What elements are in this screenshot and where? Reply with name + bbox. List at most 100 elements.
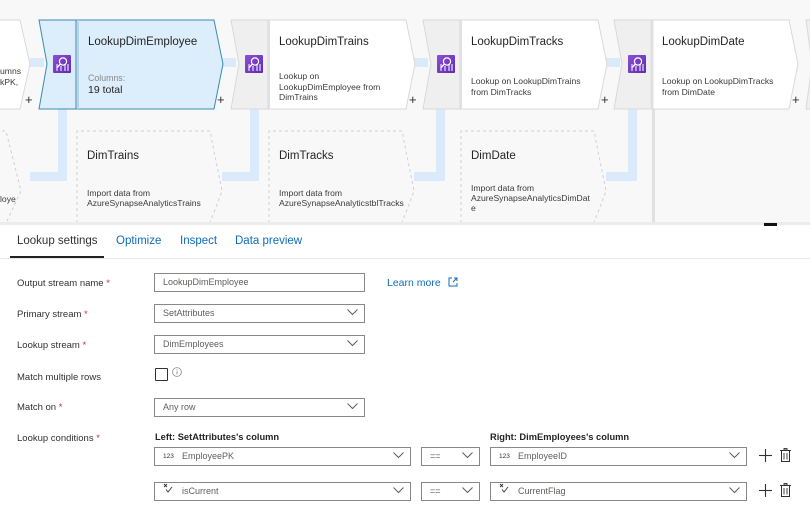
- node-title: DimDate: [471, 150, 516, 162]
- node-lookup-dim-tracks[interactable]: LookupDimTracks Lookup on LookupDimTrain…: [422, 19, 613, 110]
- source-node-partial-left[interactable]: loye: [0, 130, 35, 222]
- connector: [628, 109, 637, 180]
- match-multiple-rows-label: Match multiple rows: [17, 372, 101, 383]
- required-marker: *: [58, 402, 63, 413]
- connector: [222, 172, 259, 181]
- node-title: LookupDimEmployee: [88, 36, 198, 48]
- label-text: Primary stream: [17, 309, 82, 320]
- learn-more-link[interactable]: Learn more: [387, 277, 458, 289]
- integer-type-icon: 123: [499, 453, 510, 460]
- connector: [436, 109, 445, 180]
- right-column-dropdown[interactable]: 123 EmployeeID: [490, 447, 747, 466]
- chevron-down-icon: [729, 452, 740, 459]
- chevron-down-icon: [393, 452, 404, 459]
- lookup-icon: [245, 55, 263, 73]
- operator-dropdown[interactable]: ==: [421, 447, 480, 466]
- label-text: Lookup conditions: [17, 433, 94, 444]
- primary-stream-dropdown[interactable]: SetAttributes: [154, 304, 365, 323]
- node-description: Import data from AzureSynapseAnalyticstb…: [279, 188, 404, 208]
- input-value: LookupDimEmployee: [163, 277, 249, 287]
- operator-dropdown[interactable]: ==: [421, 482, 480, 501]
- label-text: Output stream name: [17, 278, 104, 289]
- lookup-stream-label: Lookup stream *: [17, 340, 86, 351]
- lookup-icon: [437, 55, 455, 73]
- left-column-dropdown[interactable]: isCurrent: [154, 482, 411, 501]
- active-tab-indicator: [10, 256, 104, 258]
- required-marker: *: [96, 433, 100, 444]
- right-column-dropdown[interactable]: CurrentFlag: [490, 482, 747, 501]
- lookup-icon: [53, 55, 71, 73]
- match-on-label: Match on *: [17, 402, 62, 413]
- node-lookup-dim-date[interactable]: LookupDimDate Lookup on LookupDimTracks …: [613, 19, 810, 110]
- node-partial-left[interactable]: umns kPK, +: [0, 19, 35, 110]
- source-node-dim-date[interactable]: DimDate Import data from AzureSynapseAna…: [460, 130, 611, 222]
- source-node-dim-trains[interactable]: DimTrains Import data from AzureSynapseA…: [76, 130, 227, 222]
- node-shape: [76, 130, 223, 222]
- external-link-icon: [448, 277, 458, 287]
- label-text: Match on: [17, 402, 57, 413]
- right-column-header: Right: DimEmployees's column: [490, 432, 630, 442]
- required-marker: *: [82, 340, 87, 351]
- selected-value: SetAttributes: [163, 308, 215, 318]
- output-stream-name-label: Output stream name *: [17, 278, 110, 289]
- match-on-dropdown[interactable]: Any row: [154, 398, 365, 417]
- left-column-header: Left: SetAttributes's column: [155, 432, 280, 442]
- node-title: DimTrains: [87, 150, 139, 162]
- node-shape: [268, 130, 415, 222]
- add-transform-button[interactable]: +: [792, 92, 800, 107]
- chevron-down-icon: [393, 487, 404, 494]
- chevron-down-icon: [347, 403, 358, 410]
- selected-value: ==: [430, 451, 441, 461]
- add-condition-icon[interactable]: [759, 484, 772, 497]
- selected-value: DimEmployees: [163, 339, 224, 349]
- info-icon[interactable]: [172, 367, 182, 377]
- node-description: Lookup on LookupDimTrains from DimTracks: [471, 76, 581, 97]
- boolean-type-icon: [163, 483, 175, 500]
- node-description: loye: [0, 194, 16, 204]
- delete-condition-icon[interactable]: [780, 483, 791, 497]
- node-title: LookupDimDate: [662, 36, 745, 48]
- add-transform-button[interactable]: +: [409, 92, 417, 107]
- selected-value: Any row: [163, 402, 196, 412]
- chevron-down-icon: [347, 340, 358, 347]
- add-transform-button[interactable]: +: [217, 92, 225, 107]
- node-lookup-dim-trains[interactable]: LookupDimTrains Lookup on LookupDimEmplo…: [230, 19, 421, 110]
- chevron-down-icon: [462, 452, 473, 459]
- tab-data-preview[interactable]: Data preview: [235, 235, 302, 247]
- lookup-conditions-label: Lookup conditions *: [17, 433, 100, 444]
- lookup-stream-dropdown[interactable]: DimEmployees: [154, 335, 365, 354]
- left-column-dropdown[interactable]: 123 EmployeePK: [154, 447, 411, 466]
- add-transform-button[interactable]: +: [25, 92, 33, 107]
- tab-optimize[interactable]: Optimize: [116, 235, 161, 247]
- node-title: DimTracks: [279, 150, 334, 162]
- chevron-down-icon: [462, 487, 473, 494]
- connector: [30, 172, 67, 181]
- delete-condition-icon[interactable]: [780, 448, 791, 462]
- node-title: LookupDimTracks: [471, 36, 564, 48]
- selected-value: EmployeeID: [518, 451, 568, 461]
- data-flow-canvas[interactable]: umns kPK, + LookupDimEmployee Columns: 1…: [0, 0, 810, 222]
- node-description: umns kPK,: [0, 66, 22, 87]
- primary-stream-label: Primary stream *: [17, 309, 88, 320]
- node-description: Lookup on LookupDimEmployee from DimTrai…: [279, 71, 381, 102]
- add-condition-icon[interactable]: [759, 449, 772, 462]
- selected-value: CurrentFlag: [518, 486, 566, 496]
- label-text: Lookup stream: [17, 340, 80, 351]
- chevron-down-icon: [347, 309, 358, 316]
- connector: [250, 109, 259, 180]
- node-description: Import data from AzureSynapseAnalyticsTr…: [87, 188, 201, 208]
- required-marker: *: [84, 309, 88, 320]
- source-node-dim-tracks[interactable]: DimTracks Import data from AzureSynapseA…: [268, 130, 419, 222]
- columns-count: 19 total: [88, 84, 123, 96]
- match-multiple-rows-checkbox[interactable]: [155, 368, 168, 381]
- node-lookup-dim-employee[interactable]: LookupDimEmployee Columns: 19 total +: [38, 19, 229, 110]
- boolean-type-icon: [499, 483, 511, 500]
- label-text: Match multiple rows: [17, 372, 101, 383]
- settings-tabs: Lookup settings Optimize Inspect Data pr…: [0, 225, 810, 259]
- tab-lookup-settings[interactable]: Lookup settings: [17, 235, 98, 247]
- tab-inspect[interactable]: Inspect: [180, 235, 217, 247]
- node-description: Lookup on LookupDimTracks from DimDate: [662, 76, 774, 97]
- required-marker: *: [106, 278, 110, 289]
- output-stream-name-input[interactable]: LookupDimEmployee: [154, 273, 365, 292]
- add-transform-button[interactable]: +: [601, 92, 609, 107]
